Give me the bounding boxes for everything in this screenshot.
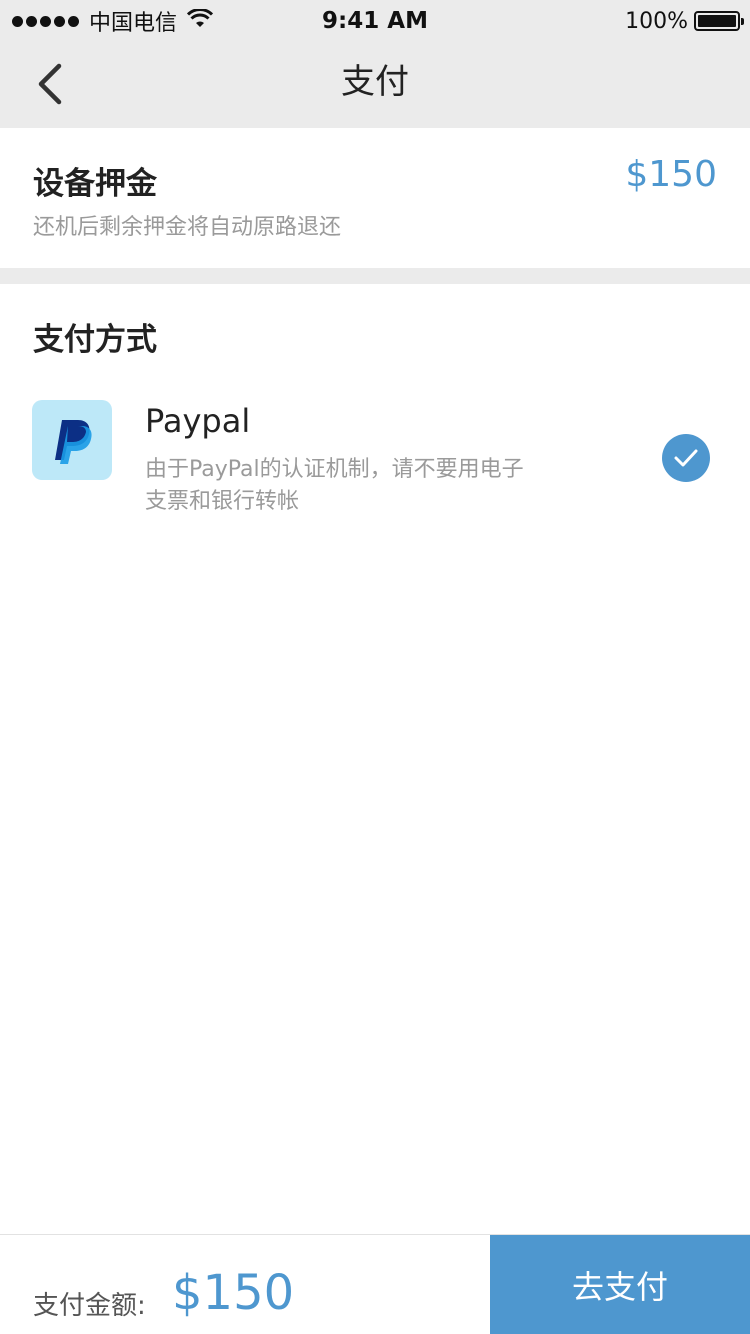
back-button[interactable] — [22, 56, 78, 112]
payment-method-paypal[interactable]: Paypal 由于PayPal的认证机制，请不要用电子支票和银行转帐 — [0, 390, 750, 530]
battery-icon — [694, 11, 744, 31]
total-label: 支付金额: — [33, 1291, 146, 1321]
payment-methods-title: 支付方式 — [33, 322, 157, 358]
paypal-icon — [32, 400, 112, 480]
status-bar: 中国电信 9:41 AM 100% — [0, 0, 750, 40]
chevron-left-icon — [38, 63, 62, 105]
deposit-amount: $150 — [625, 154, 717, 195]
battery-percent: 100% — [625, 8, 688, 34]
pay-button[interactable]: 去支付 — [490, 1235, 750, 1334]
section-divider — [0, 268, 750, 284]
payment-method-description: 由于PayPal的认证机制，请不要用电子支票和银行转帐 — [145, 457, 524, 514]
nav-bar: 支付 — [0, 40, 750, 128]
deposit-section: 设备押金 $150 还机后剩余押金将自动原路退还 — [0, 128, 750, 268]
total-amount: $150 — [172, 1265, 295, 1321]
deposit-title: 设备押金 — [33, 166, 157, 202]
payment-method-name: Paypal — [145, 402, 251, 440]
selected-check-icon[interactable] — [662, 434, 710, 482]
page-title: 支付 — [341, 62, 409, 102]
bottom-bar: 支付金额: $150 去支付 — [0, 1234, 750, 1334]
status-right: 100% — [625, 6, 744, 36]
deposit-note: 还机后剩余押金将自动原路退还 — [33, 215, 342, 240]
